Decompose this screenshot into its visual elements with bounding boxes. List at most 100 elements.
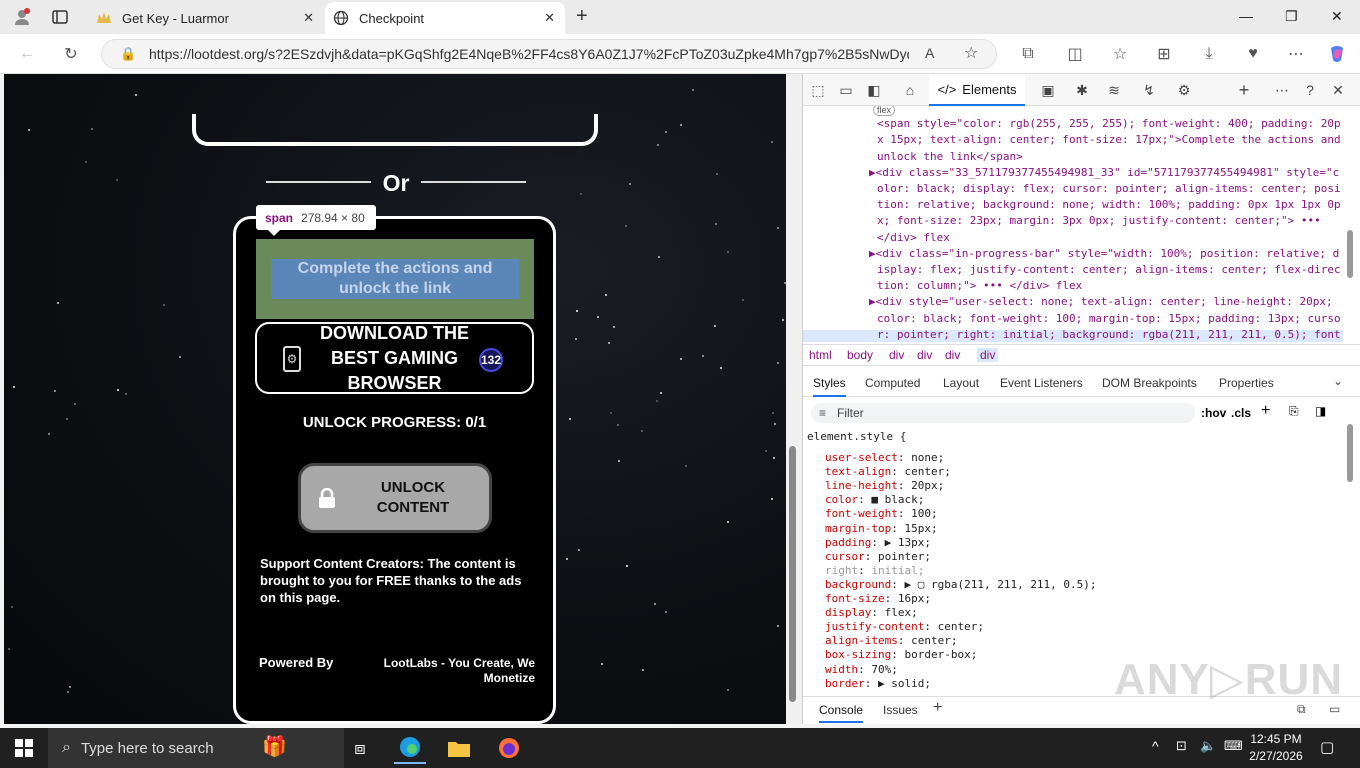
css-declaration[interactable]: align-items: center; [825, 634, 957, 647]
notifications-icon[interactable]: ▢ [1320, 738, 1334, 756]
css-declaration[interactable]: background: ▶ ▢ rgba(211, 211, 211, 0.5)… [825, 578, 1097, 591]
dom-node-line[interactable]: tion: relative; background: none; width:… [877, 197, 1341, 213]
css-declaration[interactable]: display: flex; [825, 606, 918, 619]
refresh-icon[interactable]: ↻ [60, 43, 82, 65]
inspect-element-icon[interactable]: ⬚ [809, 81, 827, 99]
new-style-rule-icon[interactable]: + [1261, 402, 1270, 420]
css-declaration[interactable]: cursor: pointer; [825, 550, 931, 563]
browser-essentials-icon[interactable]: ♥ [1242, 43, 1264, 65]
downloads-icon[interactable]: ⤓ [1198, 43, 1220, 65]
page-scrollbar[interactable] [786, 74, 802, 724]
dom-node-line[interactable]: ▶<div class="in-progress-bar" style="wid… [869, 246, 1339, 262]
edge-taskbar-icon[interactable] [394, 732, 426, 764]
download-browser-button[interactable]: ⚙ DOWNLOAD THE BEST GAMING BROWSER 132 [255, 322, 534, 394]
dom-node-line[interactable]: ▶<div style="user-select: none; text-ali… [869, 294, 1333, 310]
breadcrumb-item[interactable]: div [917, 348, 932, 362]
network-icon[interactable]: ⊡ [1176, 738, 1187, 754]
help-icon[interactable]: ? [1301, 81, 1319, 99]
sources-bug-icon[interactable]: ✱ [1073, 81, 1091, 99]
window-close-icon[interactable]: ✕ [1331, 8, 1343, 25]
css-declaration[interactable]: right: initial; [825, 564, 924, 577]
page-scrollbar-thumb[interactable] [789, 446, 796, 702]
dom-tree[interactable]: flex <span style="color: rgb(255, 255, 25… [803, 106, 1343, 342]
settings-menu-icon[interactable]: ⋯ [1285, 43, 1307, 65]
copilot-icon[interactable] [1326, 43, 1348, 65]
styles-filter-input[interactable]: ≡ Filter [811, 403, 1195, 423]
css-declaration[interactable]: line-height: 20px; [825, 479, 944, 492]
drawer-tab-console[interactable]: Console [819, 703, 864, 723]
cls-toggle[interactable]: .cls [1231, 406, 1251, 420]
favorite-star-icon[interactable]: ☆ [964, 43, 978, 63]
styles-subtab[interactable]: Layout [943, 376, 979, 390]
chevron-down-icon[interactable]: ⌄ [1333, 374, 1343, 388]
dom-node-line[interactable]: ▶<div class="33_571179377455494981_33" i… [869, 165, 1339, 181]
clock[interactable]: 12:45 PM 2/27/2026 [1248, 731, 1304, 765]
styles-subtab[interactable]: Properties [1219, 376, 1274, 390]
memory-icon[interactable]: ⚙ [1175, 81, 1193, 99]
css-declaration[interactable]: font-weight: 100; [825, 507, 938, 520]
network-wifi-icon[interactable]: ≋ [1105, 81, 1123, 99]
css-declaration[interactable]: color: ■ black; [825, 493, 924, 506]
unlock-content-button[interactable]: UNLOCK CONTENT [298, 463, 492, 533]
css-declaration[interactable]: margin-top: 15px; [825, 522, 938, 535]
read-aloud-icon[interactable]: A [925, 45, 934, 61]
css-declaration[interactable]: box-sizing: border-box; [825, 648, 977, 661]
styles-scrollbar[interactable] [1345, 412, 1355, 690]
profile-icon[interactable] [11, 6, 33, 28]
breadcrumb-item[interactable]: div [977, 348, 999, 362]
more-tools-plus-icon[interactable]: + [1235, 80, 1253, 100]
dom-node-line[interactable]: </div> flex [877, 230, 950, 246]
site-info-icon[interactable]: 🔒 [120, 46, 136, 62]
breadcrumb-item[interactable]: div [889, 348, 904, 362]
split-screen-icon[interactable]: ◫ [1064, 43, 1086, 65]
breadcrumb-item[interactable]: div [945, 348, 960, 362]
file-explorer-icon[interactable] [443, 732, 475, 764]
dom-node-line[interactable]: olor: black; display: flex; cursor: poin… [877, 181, 1341, 197]
styles-subtab[interactable]: DOM Breakpoints [1102, 376, 1197, 390]
volume-icon[interactable]: 🔈 [1200, 738, 1216, 754]
restore-icon[interactable]: ❐ [1285, 8, 1298, 25]
dock-side-icon[interactable]: ◧ [865, 81, 883, 99]
address-bar[interactable]: 🔒 https://lootdest.org/s?2ESzdvjh&data=p… [101, 39, 997, 69]
css-declaration[interactable]: text-align: center; [825, 465, 951, 478]
computed-sidebar-icon[interactable]: ◨ [1315, 404, 1326, 418]
close-tab-icon[interactable]: ✕ [303, 10, 314, 26]
css-rules[interactable]: element.style { user-select: none; text-a… [807, 430, 1347, 692]
styles-subtab[interactable]: Computed [865, 376, 920, 390]
tab-checkpoint[interactable]: Checkpoint ✕ [325, 2, 565, 34]
styles-subtab[interactable]: Styles [813, 376, 846, 397]
device-toolbar-icon[interactable]: ▭ [837, 81, 855, 99]
windows-start-icon[interactable] [8, 732, 40, 764]
css-declaration[interactable]: font-size: 16px; [825, 592, 931, 605]
devtools-more-icon[interactable]: ⋯ [1273, 81, 1291, 99]
dom-node-line[interactable]: tion: column;"> ••• </div> flex [877, 278, 1082, 294]
dom-scrollbar[interactable] [1345, 124, 1355, 334]
collections-icon[interactable]: ⊞ [1153, 43, 1175, 65]
minimize-icon[interactable]: — [1239, 8, 1253, 24]
favorites-icon[interactable]: ☆ [1109, 43, 1131, 65]
taskbar-search[interactable]: ⌕ Type here to search 🎁 [48, 728, 344, 768]
tab-get-key[interactable]: Get Key - Luarmor ✕ [88, 2, 324, 34]
back-icon[interactable]: ← [16, 43, 38, 65]
url-text[interactable]: https://lootdest.org/s?2ESzdvjh&data=pKG… [149, 46, 909, 62]
tab-elements[interactable]: </> Elements [929, 74, 1025, 106]
extensions-icon[interactable]: ⧉ [1017, 43, 1039, 65]
breadcrumb-item[interactable]: html [809, 348, 832, 362]
close-devtools-icon[interactable]: ✕ [1329, 81, 1347, 99]
lootlabs-link[interactable]: LootLabs - You Create, We Monetize [374, 656, 535, 686]
task-view-icon[interactable]: ⧈ [344, 732, 376, 764]
close-tab-icon[interactable]: ✕ [544, 10, 555, 26]
new-tab-icon[interactable]: + [576, 5, 588, 28]
performance-icon[interactable]: ↯ [1140, 81, 1158, 99]
css-declaration[interactable]: justify-content: center; [825, 620, 984, 633]
hov-toggle[interactable]: :hov [1201, 406, 1226, 420]
welcome-home-icon[interactable]: ⌂ [901, 81, 919, 99]
styles-subtab[interactable]: Event Listeners [1000, 376, 1083, 390]
dom-node-line[interactable]: x; font-size: 23px; margin: 3px 0px; jus… [877, 213, 1327, 229]
tab-actions-icon[interactable] [49, 6, 71, 28]
css-declaration[interactable]: user-select: none; [825, 451, 944, 464]
breadcrumb-item[interactable]: body [847, 348, 873, 362]
keyboard-icon[interactable]: ⌨ [1224, 738, 1243, 754]
css-declaration[interactable]: border: ▶ solid; [825, 677, 931, 690]
css-declaration[interactable]: width: 70%; [825, 663, 898, 676]
